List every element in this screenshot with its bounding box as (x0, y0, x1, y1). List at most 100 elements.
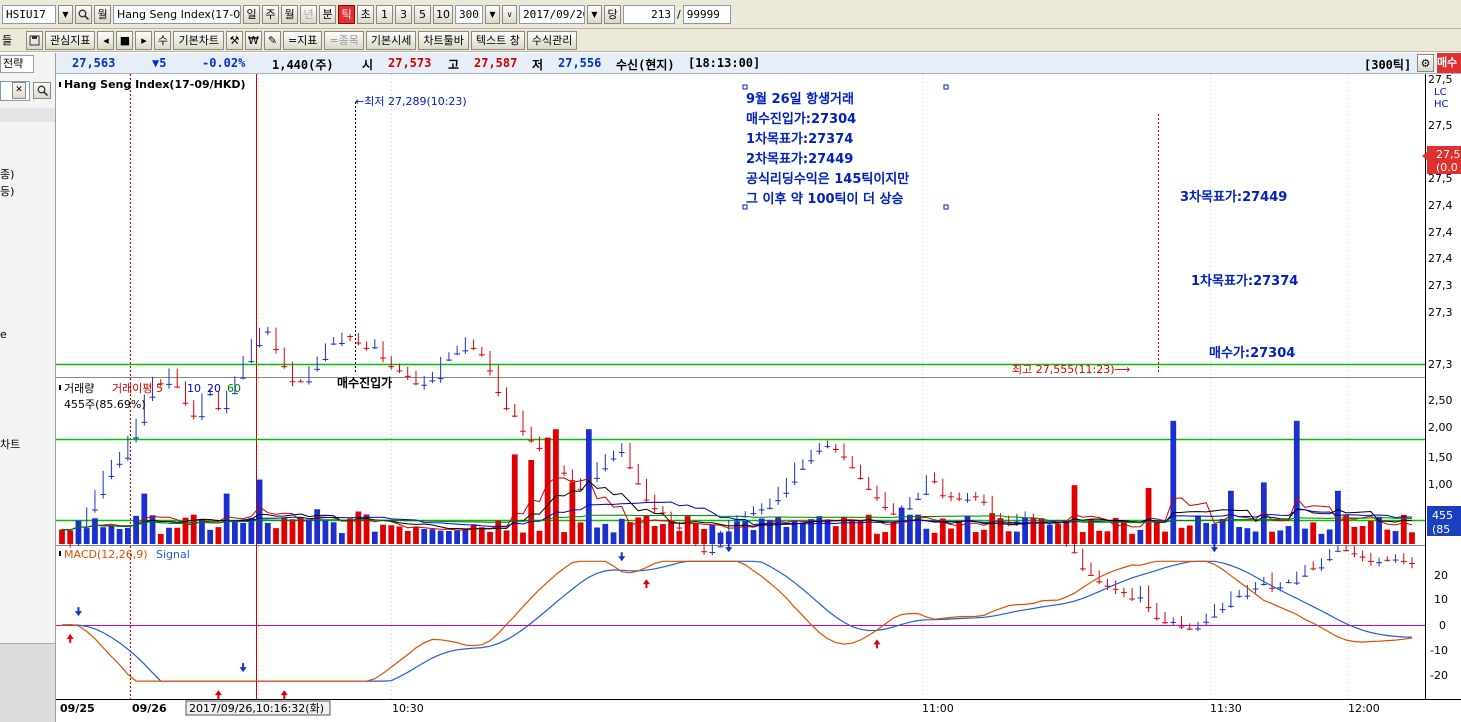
left-header-bar (0, 108, 55, 122)
volume-bar (330, 522, 337, 544)
time-tick: 12:00 (1348, 702, 1380, 715)
left-item-4[interactable]: 차트 (0, 436, 20, 452)
date-field[interactable]: 2017/09/26 (519, 4, 585, 24)
volume-bar (478, 527, 485, 544)
volume-tick: 2,00 (1428, 421, 1453, 434)
won-icon[interactable]: ₩ (244, 30, 262, 50)
text-window-button[interactable]: 텍스트 창 (470, 30, 525, 50)
buy-button[interactable]: 매수 (1437, 53, 1461, 73)
interval-3-button[interactable]: 3 (395, 4, 412, 24)
low-value: 27,556 (558, 56, 602, 70)
strategy-tab[interactable]: 전략 (0, 55, 34, 73)
low-label: 저 (532, 58, 544, 72)
price-tick: 27,4 (1428, 226, 1453, 239)
volume-bar (594, 527, 600, 544)
volume-bar (470, 524, 477, 544)
main-toolbar: HSIU17 ▼ 월 Hang Seng Index(17-09 일 주 월 년… (0, 0, 1461, 29)
left-item-3[interactable]: e (0, 328, 7, 341)
formula-manage-button[interactable]: 수식관리 (526, 30, 578, 50)
volume-bar (1228, 490, 1234, 544)
basic-quote-button[interactable]: 기본시세 (365, 30, 417, 50)
last-price-sub: (0.0 (1436, 161, 1458, 174)
interval-1-button[interactable]: 1 (376, 4, 393, 24)
volume-bar (1129, 533, 1136, 544)
today-button[interactable]: 당 (604, 4, 621, 24)
volume-bar (446, 531, 452, 544)
volume-bar (1285, 526, 1292, 544)
change-percent: -0.02% (202, 56, 246, 70)
basic-chart-button[interactable]: 기본차트 (173, 30, 224, 50)
volume-bar (1104, 531, 1111, 544)
search-icon[interactable] (75, 4, 92, 24)
plus-button[interactable]: 수 (154, 30, 172, 50)
volume-bar (709, 524, 716, 544)
volume-bar (116, 529, 123, 544)
next-icon[interactable]: ▸ (135, 30, 153, 50)
volume-bar (281, 518, 288, 544)
candle-pane-title: Hang Seng Index(17-09/HKD) (64, 78, 246, 91)
price-tick: 27,3 (1428, 358, 1453, 371)
symbol-name-field: Hang Seng Index(17-09 (113, 4, 241, 24)
volume-bar (561, 532, 568, 544)
pencil-icon[interactable]: ✎ (263, 30, 281, 50)
interest-indicator-button[interactable]: 관심지표 (45, 30, 96, 50)
period-day-button[interactable]: 일 (243, 4, 260, 24)
volume-bar (783, 526, 790, 544)
receive-status: 수신(현지) (616, 58, 675, 72)
volume-bar (404, 531, 411, 544)
period-month-button[interactable]: 월 (281, 4, 298, 24)
interval-5-button[interactable]: 5 (414, 4, 431, 24)
quote-time: [18:13:00] (688, 56, 761, 70)
period-minute-button[interactable]: 분 (319, 4, 336, 24)
volume-bar (816, 516, 823, 544)
month-button[interactable]: 월 (94, 4, 111, 24)
left-item-2[interactable]: 등) (0, 183, 14, 199)
period-second-button[interactable]: 초 (357, 4, 374, 24)
price-change: ▼5 (152, 56, 167, 70)
volume-bar (454, 530, 461, 544)
volume-bar (462, 528, 469, 544)
volume-bar (495, 520, 502, 544)
date-dropdown-icon[interactable]: ▼ (587, 4, 602, 24)
symbol-code-field[interactable]: HSIU17 (2, 4, 56, 24)
volume-bar (906, 514, 913, 544)
left-item-1[interactable]: 종) (0, 166, 14, 182)
item-button[interactable]: =종목 (324, 30, 364, 50)
volume-bar (388, 525, 395, 544)
prev-icon[interactable]: ◂ (97, 30, 115, 50)
tick-count-dropdown-icon[interactable]: ▼ (485, 4, 500, 24)
volume-bar (725, 531, 732, 544)
indicator-button[interactable]: =지표 (282, 30, 323, 50)
volume-bar (577, 522, 584, 544)
chart-toolbar-button[interactable]: 차트툴바 (418, 30, 469, 50)
volume-bar (503, 530, 510, 544)
symbol-dropdown-icon[interactable]: ▼ (58, 4, 73, 24)
gear-icon[interactable]: ⚙ (1417, 54, 1434, 72)
volume-bar (100, 527, 107, 544)
volume-bar (75, 520, 82, 544)
chevron-down-icon[interactable]: ∨ (502, 4, 517, 24)
volume-bar (1409, 532, 1415, 544)
tick-count-field[interactable]: 300 (455, 4, 483, 24)
pane-marker-icon (59, 385, 61, 390)
volume-bar (413, 526, 419, 544)
chart-area[interactable]: Hang Seng Index(17-09/HKD) ←최저 27,289(10… (56, 74, 1461, 722)
period-week-button[interactable]: 주 (262, 4, 279, 24)
left-bottom-area (0, 643, 55, 722)
last-price-label: 27,5 (1436, 148, 1461, 161)
close-icon[interactable]: ✕ (12, 82, 26, 99)
volume-bar (528, 460, 535, 544)
volume-bar (585, 429, 592, 544)
open-label: 시 (362, 58, 374, 72)
interval-10-button[interactable]: 10 (433, 4, 453, 24)
tools-icon[interactable]: ⚒ (225, 30, 243, 50)
stop-icon[interactable]: ■ (116, 30, 134, 50)
period-year-button[interactable]: 년 (300, 4, 317, 24)
save-icon[interactable] (26, 30, 43, 50)
data-count-field[interactable]: 213 (623, 4, 675, 24)
left-search-icon[interactable] (33, 82, 51, 99)
macd-tick: 20 (1434, 569, 1448, 582)
volume-bar (421, 529, 428, 544)
volume-current-label: 455 (1432, 509, 1453, 522)
period-tick-button[interactable]: 틱 (338, 4, 355, 24)
